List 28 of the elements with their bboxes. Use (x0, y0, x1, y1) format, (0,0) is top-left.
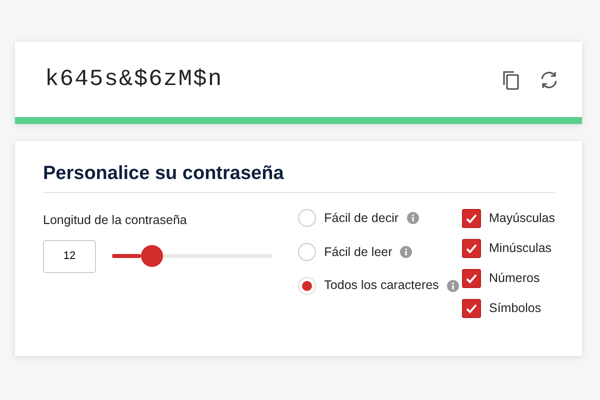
checkbox-label[interactable]: Minúsculas (489, 238, 552, 258)
check-icon (465, 302, 478, 315)
radio-button[interactable] (298, 242, 316, 261)
radio-button[interactable] (298, 209, 316, 228)
checkbox[interactable] (462, 208, 481, 228)
check-icon (465, 242, 478, 255)
section-title: Personalice su contraseña (43, 163, 555, 193)
option-label[interactable]: Todos los caracteres (324, 276, 439, 296)
checkbox[interactable] (462, 268, 481, 288)
info-icon[interactable] (406, 212, 419, 224)
check-icon (465, 272, 478, 285)
check-icon (465, 212, 478, 225)
slider-thumb[interactable] (141, 245, 163, 268)
checkbox-label[interactable]: Números (489, 268, 540, 288)
radio-button[interactable] (298, 276, 316, 295)
info-icon[interactable] (400, 246, 412, 258)
checkbox-label[interactable]: Mayúsculas (489, 208, 555, 228)
password-text: k645s&$6zM$n (45, 65, 223, 94)
copy-icon[interactable] (500, 68, 522, 90)
length-slider-fill (112, 254, 141, 258)
option-label[interactable]: Fácil de leer (324, 242, 392, 262)
option-label[interactable]: Fácil de decir (324, 208, 399, 228)
length-label: Longitud de la contraseña (43, 212, 188, 229)
checkbox[interactable] (462, 238, 481, 258)
checkbox-label[interactable]: Símbolos (489, 298, 542, 318)
length-field[interactable]: 12 (43, 240, 96, 273)
checkbox[interactable] (462, 298, 481, 318)
info-icon[interactable] (446, 280, 459, 292)
